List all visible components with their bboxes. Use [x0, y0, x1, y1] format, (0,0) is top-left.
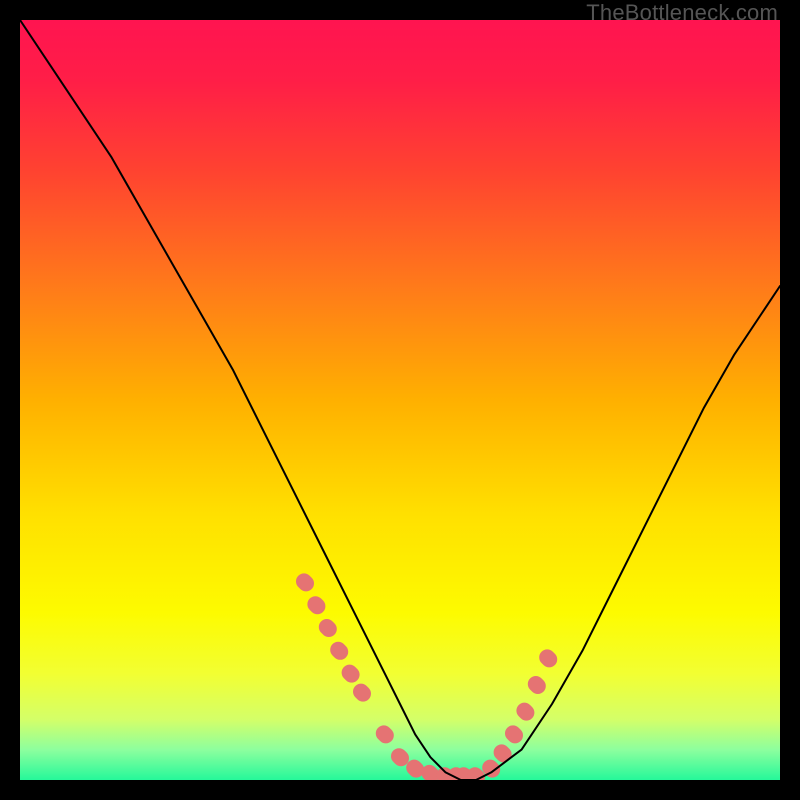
marker-dot	[338, 650, 340, 652]
marker-dot	[304, 581, 306, 583]
marker-dot	[536, 684, 538, 686]
marker-dot	[513, 733, 515, 735]
marker-dot	[502, 752, 504, 754]
marker-dot	[350, 673, 352, 675]
marker-dot	[361, 692, 363, 694]
marker-dot	[315, 604, 317, 606]
marker-dot	[327, 627, 329, 629]
gradient-background	[20, 20, 780, 780]
chart-stage: TheBottleneck.com	[0, 0, 800, 800]
marker-dot	[547, 657, 549, 659]
marker-dot	[384, 733, 386, 735]
marker-dot	[429, 773, 431, 775]
bottleneck-chart	[20, 20, 780, 780]
marker-dot	[414, 768, 416, 770]
marker-dot	[490, 768, 492, 770]
marker-dot	[445, 775, 447, 777]
marker-dot	[475, 775, 477, 777]
marker-dot	[524, 711, 526, 713]
marker-dot	[464, 775, 466, 777]
marker-dot	[399, 756, 401, 758]
